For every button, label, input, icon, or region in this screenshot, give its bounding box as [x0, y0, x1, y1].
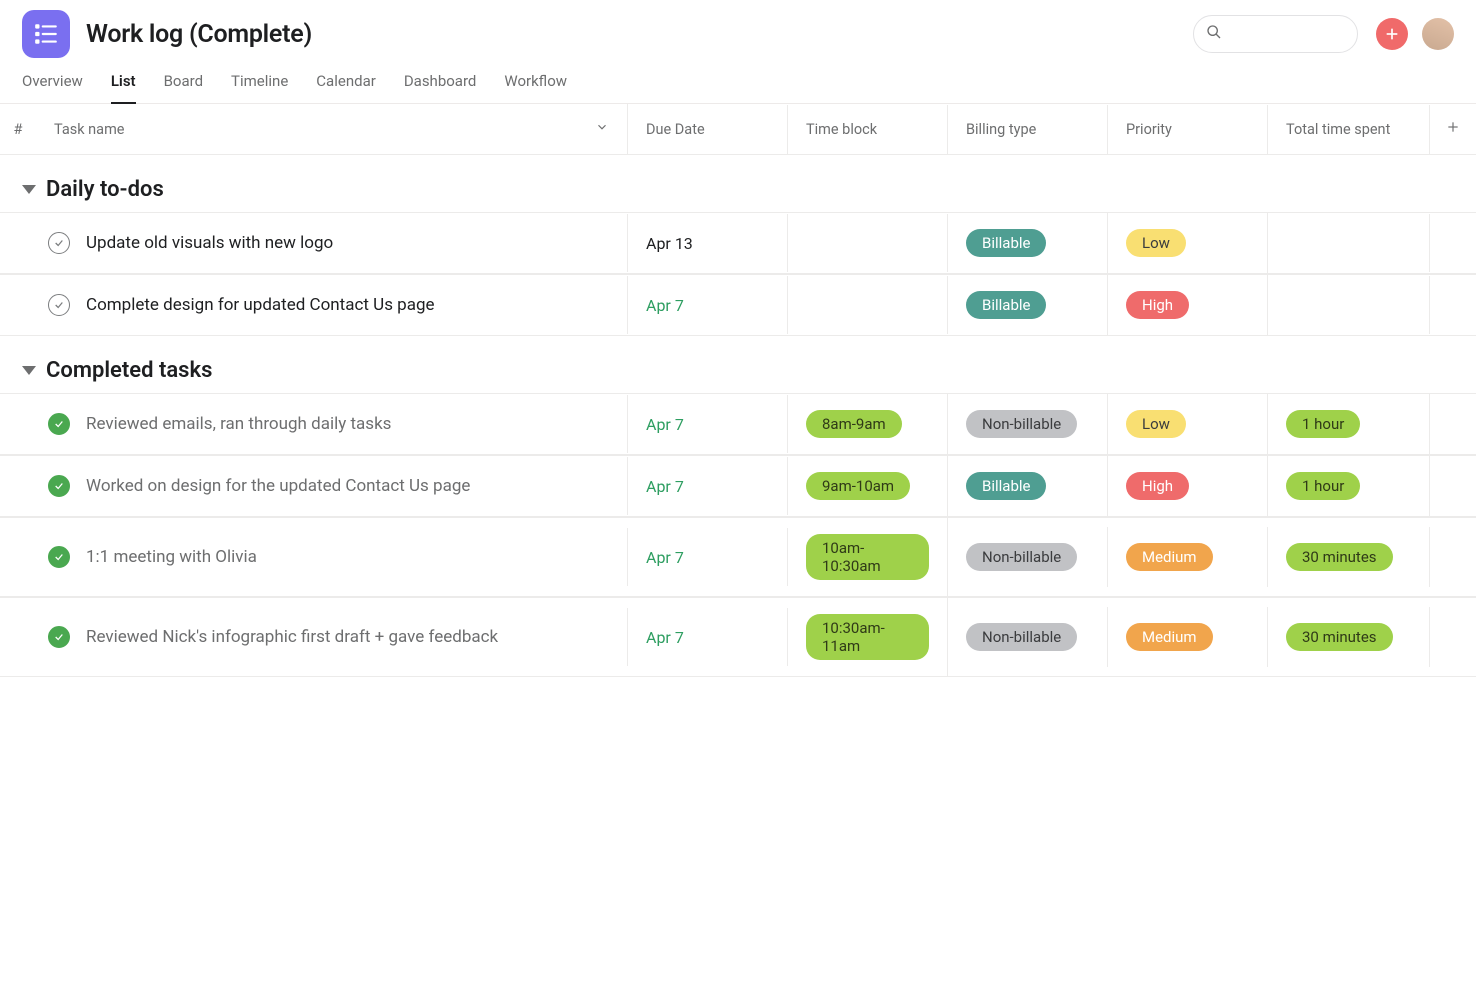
task-name: Worked on design for the updated Contact…	[86, 476, 470, 496]
priority-pill: Low	[1126, 410, 1186, 438]
time-block-pill: 8am-9am	[806, 410, 902, 438]
table-row[interactable]: Update old visuals with new logo Apr 13 Bi…	[0, 212, 1476, 274]
billing-pill: Billable	[966, 291, 1046, 319]
search-input[interactable]	[1222, 26, 1345, 42]
tab-workflow[interactable]: Workflow	[504, 72, 567, 103]
avatar[interactable]	[1422, 18, 1454, 50]
billing-type-cell[interactable]: Non-billable	[948, 607, 1108, 667]
billing-type-cell[interactable]: Non-billable	[948, 527, 1108, 587]
complete-toggle[interactable]	[48, 626, 70, 648]
priority-pill: Low	[1126, 229, 1186, 257]
due-date-cell[interactable]: Apr 7	[628, 528, 788, 586]
priority-pill: Medium	[1126, 623, 1213, 651]
total-time-cell[interactable]: 1 hour	[1268, 394, 1430, 454]
tab-calendar[interactable]: Calendar	[316, 72, 376, 103]
time-block-cell[interactable]: 10:30am-11am	[788, 598, 948, 676]
tab-timeline[interactable]: Timeline	[231, 72, 288, 103]
total-time-cell[interactable]: 30 minutes	[1268, 527, 1430, 587]
total-time-cell[interactable]	[1268, 276, 1430, 334]
billing-pill: Non-billable	[966, 623, 1077, 651]
due-date-cell[interactable]: Apr 13	[628, 214, 788, 272]
time-block-cell[interactable]: 9am-10am	[788, 456, 948, 516]
billing-pill: Billable	[966, 472, 1046, 500]
tab-board[interactable]: Board	[164, 72, 203, 103]
time-spent-pill: 1 hour	[1286, 410, 1360, 438]
priority-cell[interactable]: Medium	[1108, 607, 1268, 667]
time-spent-pill: 30 minutes	[1286, 623, 1393, 651]
time-block-pill: 10:30am-11am	[806, 614, 929, 660]
section-title: Completed tasks	[46, 358, 212, 383]
add-column-button[interactable]	[1430, 104, 1476, 154]
time-block-cell[interactable]: 8am-9am	[788, 394, 948, 454]
billing-type-cell[interactable]: Billable	[948, 213, 1108, 273]
column-header-task[interactable]: Task name	[36, 104, 628, 154]
billing-pill: Non-billable	[966, 410, 1077, 438]
priority-cell[interactable]: Low	[1108, 213, 1268, 273]
time-block-cell[interactable]: 10am-10:30am	[788, 518, 948, 596]
billing-pill: Non-billable	[966, 543, 1077, 571]
complete-toggle[interactable]	[48, 475, 70, 497]
complete-toggle[interactable]	[48, 232, 70, 254]
complete-toggle[interactable]	[48, 294, 70, 316]
billing-type-cell[interactable]: Billable	[948, 275, 1108, 335]
tab-list[interactable]: List	[111, 72, 136, 104]
priority-cell[interactable]: Medium	[1108, 527, 1268, 587]
chevron-down-icon	[22, 366, 36, 375]
priority-pill: Medium	[1126, 543, 1213, 571]
time-block-cell[interactable]	[788, 276, 948, 334]
due-date-cell[interactable]: Apr 7	[628, 608, 788, 666]
search-icon	[1206, 24, 1222, 44]
time-spent-pill: 1 hour	[1286, 472, 1360, 500]
section-header[interactable]: Completed tasks	[0, 336, 1476, 393]
column-header-timeblock[interactable]: Time block	[788, 105, 948, 154]
project-icon[interactable]	[22, 10, 70, 58]
due-date-cell[interactable]: Apr 7	[628, 457, 788, 515]
total-time-cell[interactable]	[1268, 214, 1430, 272]
complete-toggle[interactable]	[48, 546, 70, 568]
task-name: Update old visuals with new logo	[86, 233, 333, 253]
due-date-cell[interactable]: Apr 7	[628, 276, 788, 334]
complete-toggle[interactable]	[48, 413, 70, 435]
billing-type-cell[interactable]: Billable	[948, 456, 1108, 516]
column-header-priority[interactable]: Priority	[1108, 105, 1268, 154]
column-header-due[interactable]: Due Date	[628, 105, 788, 154]
search-box[interactable]	[1193, 15, 1358, 53]
priority-pill: High	[1126, 472, 1189, 500]
table-row[interactable]: Reviewed Nick's infographic first draft …	[0, 597, 1476, 677]
column-header-billing[interactable]: Billing type	[948, 105, 1108, 154]
page-title: Work log (Complete)	[86, 20, 312, 49]
column-header-task-label: Task name	[54, 121, 124, 138]
priority-pill: High	[1126, 291, 1189, 319]
task-name: Complete design for updated Contact Us p…	[86, 295, 435, 315]
time-block-pill: 9am-10am	[806, 472, 910, 500]
column-header-number[interactable]: #	[0, 105, 36, 154]
time-spent-pill: 30 minutes	[1286, 543, 1393, 571]
total-time-cell[interactable]: 30 minutes	[1268, 607, 1430, 667]
table-row[interactable]: Worked on design for the updated Contact…	[0, 455, 1476, 517]
task-name: Reviewed Nick's infographic first draft …	[86, 627, 498, 647]
tab-dashboard[interactable]: Dashboard	[404, 72, 477, 103]
priority-cell[interactable]: High	[1108, 456, 1268, 516]
time-block-cell[interactable]	[788, 214, 948, 272]
table-row[interactable]: 1:1 meeting with Olivia Apr 7 10am-10:30am…	[0, 517, 1476, 597]
section-title: Daily to-dos	[46, 177, 164, 202]
table-row[interactable]: Reviewed emails, ran through daily tasks…	[0, 393, 1476, 455]
section-header[interactable]: Daily to-dos	[0, 155, 1476, 212]
task-name: 1:1 meeting with Olivia	[86, 547, 257, 567]
billing-type-cell[interactable]: Non-billable	[948, 394, 1108, 454]
task-name: Reviewed emails, ran through daily tasks	[86, 414, 391, 434]
total-time-cell[interactable]: 1 hour	[1268, 456, 1430, 516]
tab-overview[interactable]: Overview	[22, 72, 83, 103]
chevron-down-icon	[22, 185, 36, 194]
due-date-cell[interactable]: Apr 7	[628, 395, 788, 453]
billing-pill: Billable	[966, 229, 1046, 257]
priority-cell[interactable]: Low	[1108, 394, 1268, 454]
column-header-total[interactable]: Total time spent	[1268, 105, 1430, 154]
chevron-down-icon[interactable]	[595, 120, 609, 138]
view-tabs: Overview List Board Timeline Calendar Dashboa…	[0, 58, 1476, 104]
priority-cell[interactable]: High	[1108, 275, 1268, 335]
table-row[interactable]: Complete design for updated Contact Us p…	[0, 274, 1476, 336]
time-block-pill: 10am-10:30am	[806, 534, 929, 580]
add-button[interactable]	[1376, 18, 1408, 50]
